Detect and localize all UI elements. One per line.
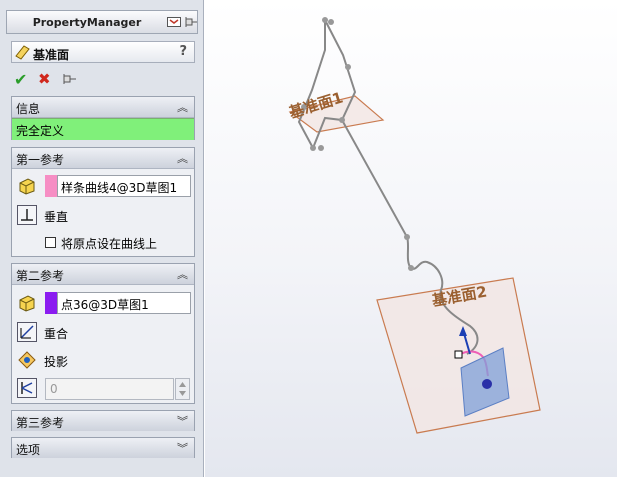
options-header[interactable]: 选项 ︾ bbox=[12, 438, 194, 458]
second-reference-entity: 点36@3D草图1 bbox=[61, 298, 149, 312]
feature-title-bar: 基准面 ? bbox=[11, 41, 195, 63]
info-group-header[interactable]: 信息 ︽ bbox=[12, 97, 194, 118]
second-reference-field[interactable]: 点36@3D草图1 bbox=[57, 292, 191, 314]
third-reference-group: 第三参考 ︾ bbox=[11, 410, 195, 431]
feature-name: 基准面 bbox=[33, 48, 70, 62]
first-reference-entity: 样条曲线4@3D草图1 bbox=[61, 181, 178, 195]
first-reference-header[interactable]: 第一参考 ︽ bbox=[12, 148, 194, 169]
first-reference-field[interactable]: 样条曲线4@3D草图1 bbox=[57, 175, 191, 197]
curve-vertex bbox=[339, 117, 345, 123]
angle-icon[interactable] bbox=[17, 378, 37, 398]
collapse-icon[interactable]: ︽ bbox=[177, 150, 188, 166]
status-text: 完全定义 bbox=[16, 124, 65, 138]
reference-cube-icon bbox=[19, 178, 35, 195]
property-manager-panel: PropertyManager 基准面 ? ✔ ✖ 信息 ︽ 完全定义 第一参考… bbox=[0, 0, 204, 477]
angle-input[interactable]: 0 bbox=[45, 378, 174, 400]
first-reference-header-label: 第一参考 bbox=[16, 153, 65, 167]
angle-value: 0 bbox=[50, 382, 58, 396]
expand-icon[interactable] bbox=[167, 17, 181, 27]
help-icon[interactable]: ? bbox=[179, 44, 187, 59]
reference-color-swatch bbox=[45, 292, 57, 314]
origin-on-curve-label: 将原点设在曲线上 bbox=[61, 237, 158, 251]
perpendicular-icon[interactable] bbox=[17, 205, 37, 225]
expand-icon[interactable]: ︾ bbox=[177, 440, 188, 456]
options-group: 选项 ︾ bbox=[11, 437, 195, 458]
curve-vertex bbox=[345, 64, 351, 70]
origin-on-curve-checkbox[interactable] bbox=[45, 237, 56, 248]
sketch-point-marker[interactable] bbox=[454, 350, 463, 359]
third-reference-header-label: 第三参考 bbox=[16, 416, 65, 430]
curve-vertex bbox=[318, 145, 324, 151]
third-reference-header[interactable]: 第三参考 ︾ bbox=[12, 411, 194, 431]
graphics-viewport[interactable]: 基准面1 基准面2 bbox=[205, 0, 617, 477]
coincident-label: 重合 bbox=[44, 327, 69, 341]
curve-vertex bbox=[328, 19, 334, 25]
perpendicular-label: 垂直 bbox=[44, 210, 69, 224]
viewport-drawing: 基准面1 基准面2 bbox=[286, 17, 541, 434]
ok-icon[interactable]: ✔ bbox=[14, 70, 27, 89]
curve-vertex bbox=[404, 234, 410, 240]
property-manager-header: PropertyManager bbox=[6, 10, 198, 34]
stepper-arrows-icon bbox=[179, 382, 186, 396]
curve-vertex bbox=[322, 17, 328, 23]
second-reference-group: 第二参考 ︽ 点36@3D草图1 重合 投影 0 bbox=[11, 263, 195, 404]
plane-feature-icon bbox=[15, 45, 30, 60]
second-reference-header[interactable]: 第二参考 ︽ bbox=[12, 264, 194, 285]
first-reference-group: 第一参考 ︽ 样条曲线4@3D草图1 垂直 将原点设在曲线上 bbox=[11, 147, 195, 257]
curve-vertex bbox=[408, 265, 414, 271]
info-group: 信息 ︽ 完全定义 bbox=[11, 96, 195, 140]
cancel-icon[interactable]: ✖ bbox=[38, 70, 51, 88]
info-header-label: 信息 bbox=[16, 102, 41, 116]
coincident-icon[interactable] bbox=[17, 322, 37, 342]
property-manager-title: PropertyManager bbox=[32, 16, 142, 29]
collapse-icon[interactable]: ︽ bbox=[177, 99, 188, 115]
projection-icon[interactable] bbox=[17, 350, 37, 370]
expand-icon[interactable]: ︾ bbox=[177, 413, 188, 429]
angle-stepper[interactable] bbox=[175, 378, 190, 400]
pushpin-icon[interactable] bbox=[60, 73, 76, 85]
second-reference-header-label: 第二参考 bbox=[16, 269, 65, 283]
pin-icon[interactable] bbox=[183, 17, 197, 27]
projection-label: 投影 bbox=[44, 355, 69, 369]
curve-vertex bbox=[310, 145, 316, 151]
reference-color-swatch bbox=[45, 175, 57, 197]
status-badge: 完全定义 bbox=[12, 118, 194, 140]
reference-cube-icon bbox=[19, 295, 35, 312]
collapse-icon[interactable]: ︽ bbox=[177, 266, 188, 282]
options-header-label: 选项 bbox=[16, 443, 41, 457]
curve-vertices bbox=[301, 17, 414, 271]
triad-origin bbox=[482, 379, 492, 389]
